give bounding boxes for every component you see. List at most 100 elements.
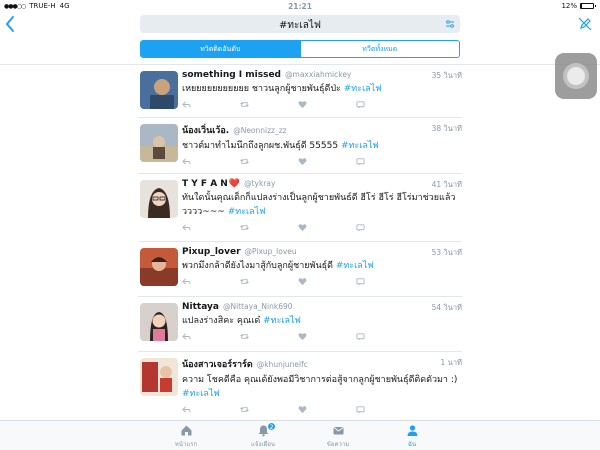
chevron-left-icon: [5, 16, 14, 32]
reply-button[interactable]: [182, 222, 240, 232]
like-button[interactable]: [298, 404, 356, 414]
status-bar: ●●●○○ TRUE-H 4G 21:21 12%: [0, 0, 600, 12]
tweet-item[interactable]: น้องเวิ่นเว้อ. @Neonnizz_zz 38 วินาที ชาว…: [0, 118, 600, 174]
retweet-button[interactable]: [240, 404, 298, 414]
tweet-text: ทันใดนั้นคุณเด็กก็แปลงร่างเป็นลูกผู้ชายพ…: [182, 193, 456, 217]
message-icon: [356, 223, 365, 232]
tweet-item[interactable]: T Y F A N ❤️ @tykray 41 วินาที ทันใดนั้นคุ…: [0, 174, 600, 242]
like-button[interactable]: [298, 156, 356, 166]
back-button[interactable]: [4, 15, 18, 33]
tab-messages-label: ข้อความ: [326, 441, 350, 448]
retweet-icon: [240, 278, 249, 284]
retweet-icon: [240, 101, 249, 107]
retweet-button[interactable]: [240, 276, 298, 286]
like-button[interactable]: [298, 99, 356, 109]
tab-bar: หน้าแรก 2 แจ้งเตือน ข้อความ ฉัน: [0, 420, 600, 450]
search-query[interactable]: #ทะเลไฟ: [140, 18, 460, 33]
like-button[interactable]: [298, 276, 356, 286]
dm-button[interactable]: [356, 276, 414, 286]
retweet-button[interactable]: [240, 99, 298, 109]
hashtag-link[interactable]: #ทะเลไฟ: [228, 207, 266, 217]
hashtag-link[interactable]: #ทะเลไฟ: [341, 141, 379, 151]
tweet-actions: [182, 404, 462, 414]
user-handle: @Pixup_loveu: [244, 247, 297, 256]
reply-icon: [182, 277, 191, 285]
retweet-button[interactable]: [240, 156, 298, 166]
reply-button[interactable]: [182, 276, 240, 286]
retweet-button[interactable]: [240, 331, 298, 341]
avatar[interactable]: [140, 303, 178, 341]
tweet-item[interactable]: something I missed @maxxiahmickey 35 วินา…: [0, 65, 600, 118]
tweet-list: something I missed @maxxiahmickey 35 วินา…: [0, 65, 600, 420]
retweet-button[interactable]: [240, 222, 298, 232]
heart-icon: [298, 277, 307, 285]
tab-messages[interactable]: ข้อความ: [308, 424, 368, 449]
tweet-item[interactable]: น้องสาวเจอร์ราร์ด @khunjunelfc 1 นาที ควา…: [0, 352, 600, 420]
heart-icon: [298, 223, 307, 231]
like-button[interactable]: [298, 331, 356, 341]
message-icon: [356, 157, 365, 166]
notification-badge: 2: [267, 422, 276, 431]
dm-button[interactable]: [356, 331, 414, 341]
dm-button[interactable]: [356, 99, 414, 109]
avatar[interactable]: [140, 124, 178, 162]
heart-emoji: ❤️: [228, 179, 241, 189]
tweet-text: เหยยยยยยยยยยย ชาวนลูกผู้ชายพันธุ์ดีป่ะ #…: [182, 84, 382, 94]
user-handle: @tykray: [244, 179, 276, 188]
retweet-icon: [240, 406, 249, 412]
reply-button[interactable]: [182, 99, 240, 109]
tab-home-label: หน้าแรก: [174, 441, 198, 448]
like-button[interactable]: [298, 222, 356, 232]
message-icon: [356, 100, 365, 109]
hashtag-link[interactable]: #ทะเลไฟ: [344, 84, 382, 94]
avatar[interactable]: [140, 71, 178, 109]
user-handle: @khunjunelfc: [256, 360, 308, 369]
timestamp: 54 วินาที: [431, 303, 462, 312]
mail-icon: [333, 427, 343, 435]
tab-home[interactable]: หน้าแรก: [156, 424, 216, 449]
heart-icon: [298, 405, 307, 413]
user-name[interactable]: Nittaya: [182, 302, 219, 312]
avatar[interactable]: [140, 358, 178, 396]
user-name[interactable]: น้องเวิ่นเว้อ.: [182, 123, 229, 137]
battery-icon: [580, 3, 596, 9]
tab-top-tweets[interactable]: ทวิตติดอันดับ: [141, 41, 300, 57]
pen-slash-icon[interactable]: [578, 17, 592, 31]
reply-icon: [182, 332, 191, 340]
tweet-item[interactable]: Nittaya @Nittaya_Nink690 54 วินาที แปลงร่…: [0, 297, 600, 352]
tweet-item[interactable]: Pixup_lover @Pixup_loveu 53 วินาที พวกมึง…: [0, 242, 600, 297]
dm-button[interactable]: [356, 404, 414, 414]
tab-notifications[interactable]: 2 แจ้งเตือน: [233, 422, 293, 449]
sliders-icon[interactable]: [445, 19, 455, 29]
reply-button[interactable]: [182, 331, 240, 341]
tab-me[interactable]: ฉัน: [382, 424, 442, 449]
user-name[interactable]: something I missed: [182, 70, 281, 80]
reply-icon: [182, 223, 191, 231]
tweet-text: ความ โชคดีคือ คุณเด้ยังพอมีวิชาการต่อสู้…: [182, 375, 458, 399]
tweet-actions: [182, 222, 462, 232]
avatar[interactable]: [140, 248, 178, 286]
user-name[interactable]: น้องสาวเจอร์ราร์ด: [182, 357, 253, 371]
dm-button[interactable]: [356, 156, 414, 166]
timestamp: 38 วินาที: [431, 124, 462, 133]
message-icon: [356, 405, 365, 414]
reply-button[interactable]: [182, 156, 240, 166]
tab-all-tweets[interactable]: ทวีตทั้งหมด: [299, 41, 459, 57]
tweet-actions: [182, 99, 462, 109]
reply-button[interactable]: [182, 404, 240, 414]
avatar[interactable]: [140, 180, 178, 218]
user-name[interactable]: Pixup_lover: [182, 247, 241, 257]
hashtag-link[interactable]: #ทะเลไฟ: [263, 316, 301, 326]
hashtag-link[interactable]: #ทะเลไฟ: [336, 261, 374, 271]
hashtag-link[interactable]: #ทะเลไฟ: [182, 389, 220, 399]
search-header: #ทะเลไฟ: [0, 12, 600, 38]
assistive-touch-button[interactable]: [555, 53, 597, 99]
heart-icon: [298, 332, 307, 340]
search-field[interactable]: #ทะเลไฟ: [140, 15, 460, 33]
user-name[interactable]: T Y F A N: [182, 179, 228, 189]
reply-icon: [182, 100, 191, 108]
dm-button[interactable]: [356, 222, 414, 232]
clock: 21:21: [288, 2, 312, 11]
tweet-text: แปลงร่างสิคะ คุณเด๋ #ทะเลไฟ: [182, 316, 301, 326]
tweet-actions: [182, 331, 462, 341]
